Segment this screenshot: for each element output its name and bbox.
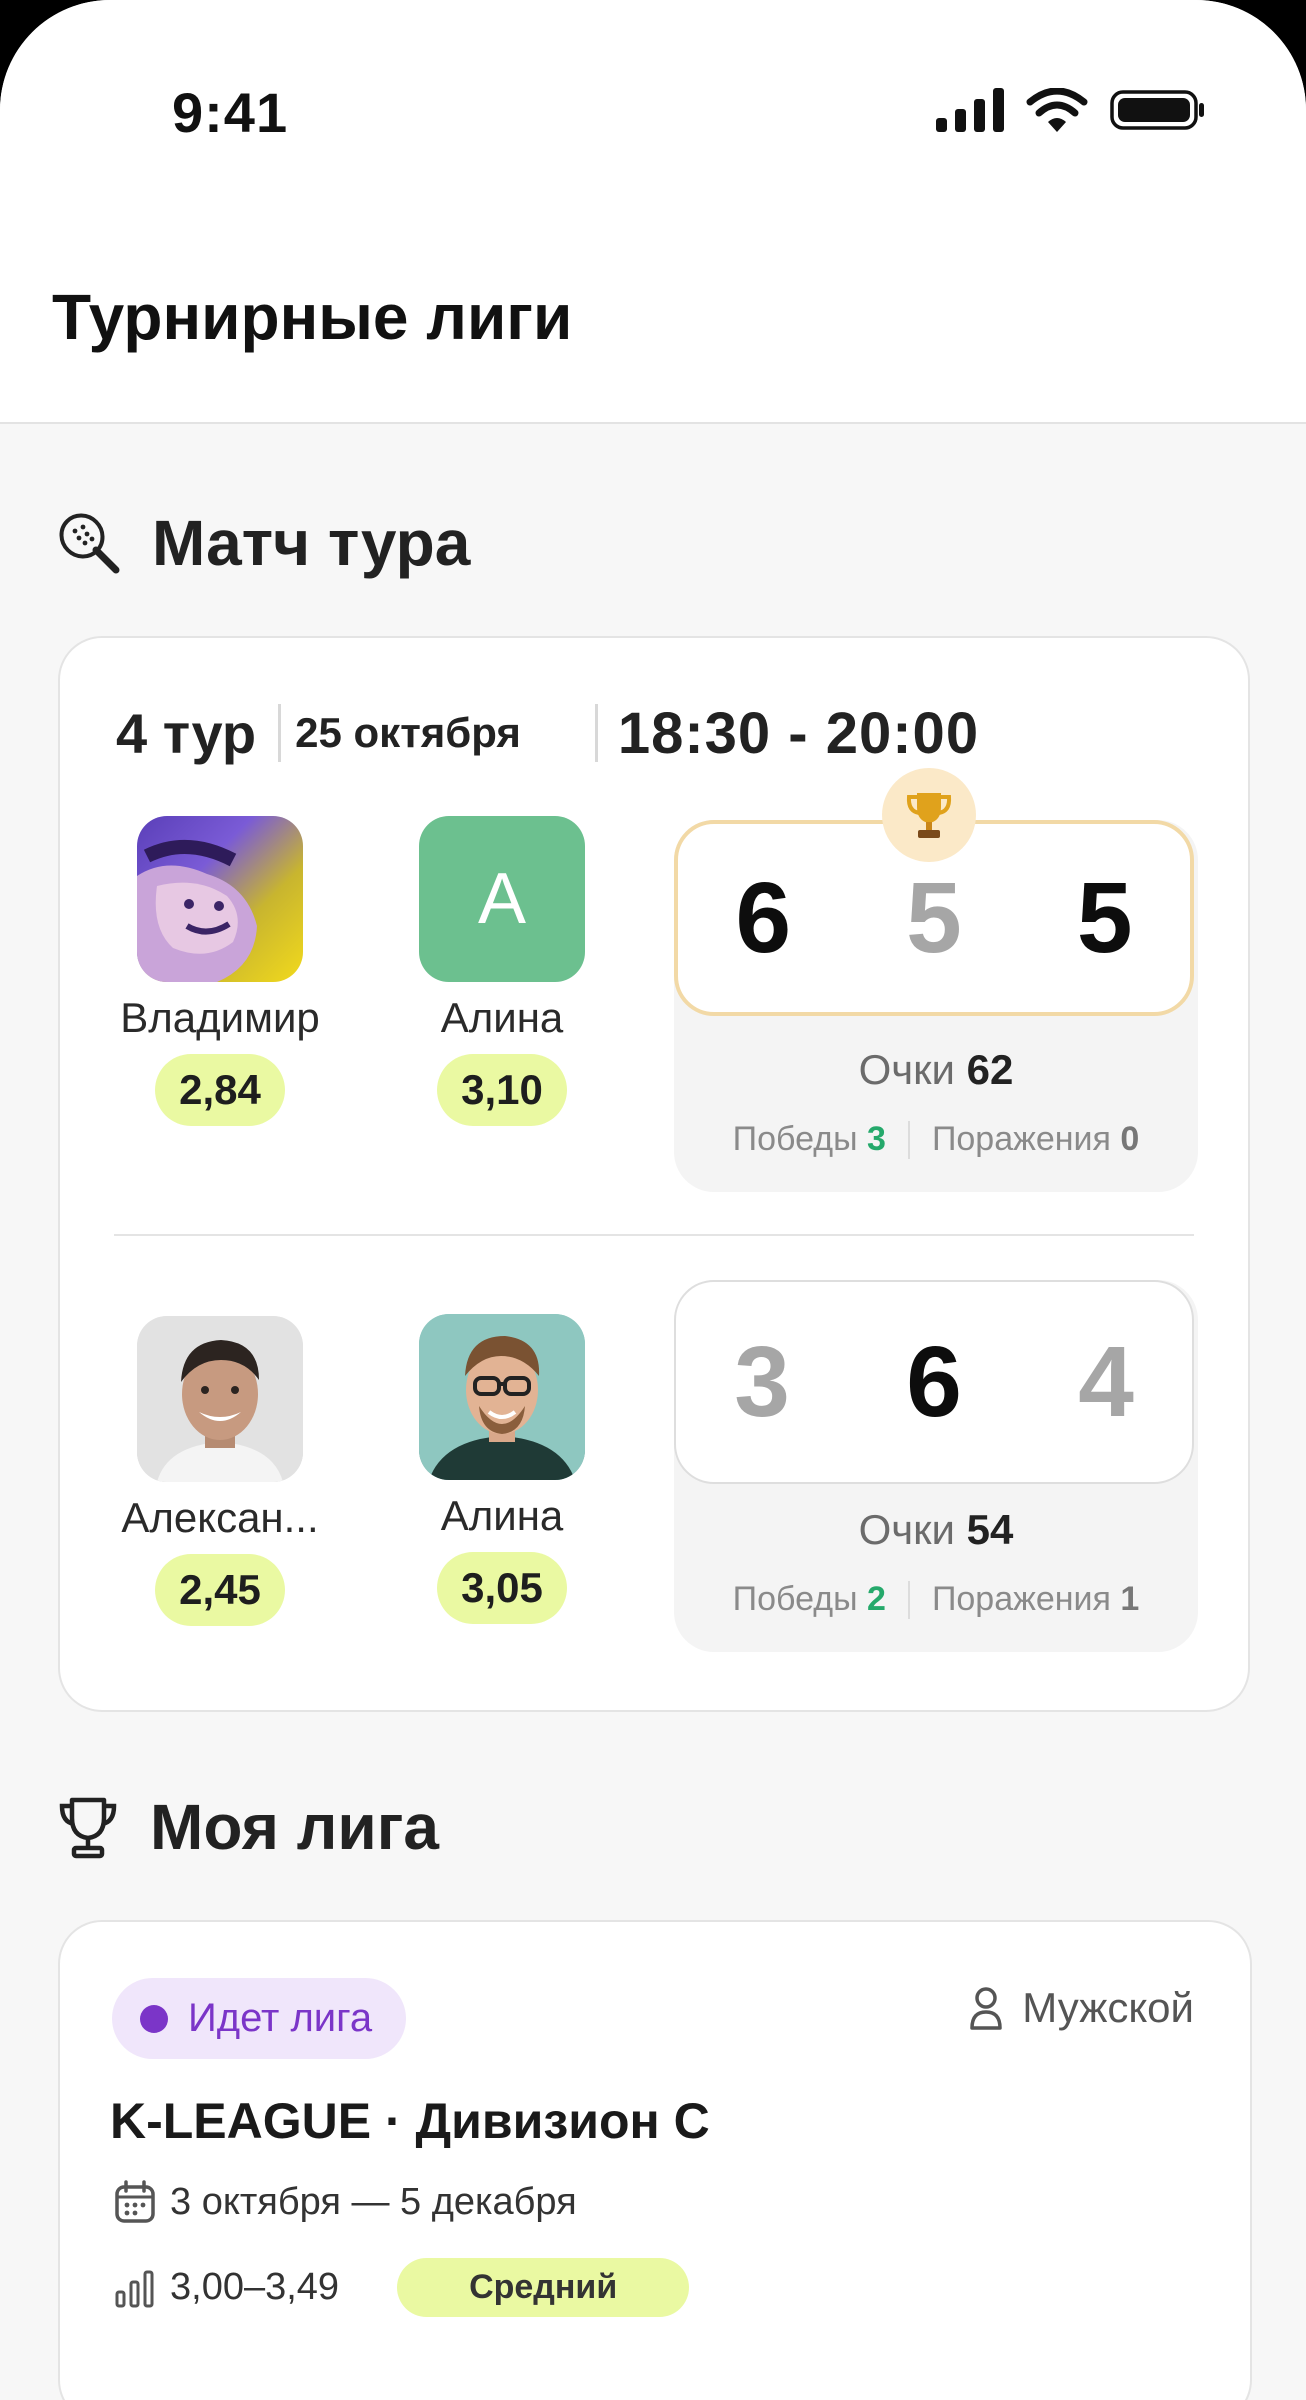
league-name: K-LEAGUE · Дивизион C (110, 2093, 710, 2149)
person-illustration (137, 840, 257, 982)
league-status-chip: Идет лига (112, 1978, 407, 2059)
player-name: Алексан... (121, 1494, 319, 1541)
divider (594, 704, 598, 762)
player-card[interactable]: А Алина 3,10 (382, 816, 622, 1126)
league-card[interactable]: Идет лига Мужской K-LEAGUE · Дивизион C … (58, 1920, 1252, 2400)
status-icons (936, 88, 1206, 132)
points-label: Очки (858, 1046, 955, 1093)
score-panel: 6 5 5 Очки 62 Победы 3 Поражения 0 (674, 820, 1198, 1192)
person-photo (419, 1314, 585, 1480)
wins-label: Победы (732, 1580, 858, 1618)
player-name: Владимир (120, 994, 320, 1041)
losses-value: 0 (1120, 1120, 1140, 1158)
player-rating: 2,45 (155, 1554, 285, 1626)
score-panel: 3 6 4 Очки 54 Победы 2 Поражения 1 (674, 1280, 1198, 1652)
match-time: 18:30 - 20:00 (617, 700, 980, 766)
avatar (137, 816, 303, 982)
player-rating: 3,10 (437, 1054, 567, 1126)
gender-text: Мужской (1022, 1984, 1194, 2031)
league-dates-row: 3 октября — 5 декабря (114, 2180, 577, 2224)
league-status: Идет лига (188, 1996, 373, 2040)
person-icon (970, 1987, 1003, 2030)
match-card[interactable]: 4 тур 25 октября 18:30 - 20:00 Владимир … (58, 636, 1250, 1712)
match-date: 25 октября (295, 709, 521, 756)
wins-value: 2 (867, 1580, 886, 1618)
app-screen: 9:41 Турнирные лиги Матч тура 4 тур 25 о… (0, 0, 1306, 2400)
team-divider (114, 1234, 1194, 1236)
losses-label: Поражения (931, 1120, 1111, 1158)
wins-losses-row: Победы 2 Поражения 1 (674, 1580, 1198, 1619)
player-name: Алина (440, 994, 564, 1041)
trophy-outline-icon (59, 1797, 117, 1859)
status-time: 9:41 (172, 81, 289, 144)
divider (907, 1580, 910, 1619)
page-title: Турнирные лиги (52, 281, 573, 353)
rating-range: 3,00–3,49 (170, 2266, 340, 2308)
player-rating: 3,05 (437, 1552, 567, 1624)
set-score: 6 (906, 1325, 962, 1438)
player-card[interactable]: Алексан... 2,45 (100, 1316, 340, 1626)
points-row: Очки 62 (674, 1046, 1198, 1094)
player-card[interactable]: Владимир 2,84 (100, 816, 340, 1126)
points-label: Очки (858, 1506, 955, 1553)
wifi-icon (1026, 88, 1088, 132)
live-dot-icon (140, 2004, 168, 2033)
calendar-icon (115, 2180, 155, 2223)
trophy-icon (906, 793, 952, 838)
points-row: Очки 54 (674, 1506, 1198, 1554)
player-rating: 2,84 (155, 1054, 285, 1126)
league-level-row: 3,00–3,49 Средний (114, 2258, 690, 2317)
losses-label: Поражения (931, 1580, 1111, 1618)
league-section-header: Моя лига (56, 1790, 439, 1864)
avatar (137, 1316, 303, 1482)
divider (907, 1120, 910, 1159)
person-photo (137, 1316, 303, 1482)
set-score: 3 (734, 1325, 790, 1438)
set-score: 6 (735, 861, 792, 974)
round-label: 4 тур (116, 701, 257, 765)
losses-value: 1 (1120, 1580, 1140, 1618)
league-dates: 3 октября — 5 декабря (170, 2180, 577, 2223)
score-box: 3 6 4 (674, 1280, 1194, 1484)
avatar-initial-letter: А (477, 859, 527, 939)
battery-icon (1110, 90, 1204, 130)
wins-value: 3 (867, 1120, 886, 1158)
cellular-signal-icon (936, 88, 1004, 132)
points-value: 62 (966, 1046, 1014, 1093)
avatar-initial: А (419, 816, 585, 982)
avatar (419, 1314, 585, 1480)
section-title: Моя лига (150, 1791, 439, 1863)
winner-badge (882, 768, 976, 862)
wins-label: Победы (732, 1120, 858, 1158)
set-score: 5 (906, 861, 962, 974)
level-chip: Средний (397, 2258, 690, 2317)
points-value: 54 (966, 1506, 1014, 1553)
section-title: Матч тура (152, 507, 471, 579)
player-card[interactable]: Алина 3,05 (382, 1314, 622, 1624)
divider (278, 704, 282, 762)
match-section-header: Матч тура (56, 506, 470, 580)
match-info-row: 4 тур 25 октября 18:30 - 20:00 (116, 698, 979, 768)
padel-racket-icon (59, 513, 120, 574)
set-score: 4 (1078, 1325, 1134, 1438)
set-score: 5 (1076, 861, 1133, 974)
bar-chart-icon (115, 2270, 154, 2307)
top-bar: 9:41 Турнирные лиги (0, 0, 1306, 424)
player-name: Алина (440, 1492, 564, 1539)
gender-label: Мужской (968, 1984, 1194, 2032)
wins-losses-row: Победы 3 Поражения 0 (674, 1120, 1198, 1159)
